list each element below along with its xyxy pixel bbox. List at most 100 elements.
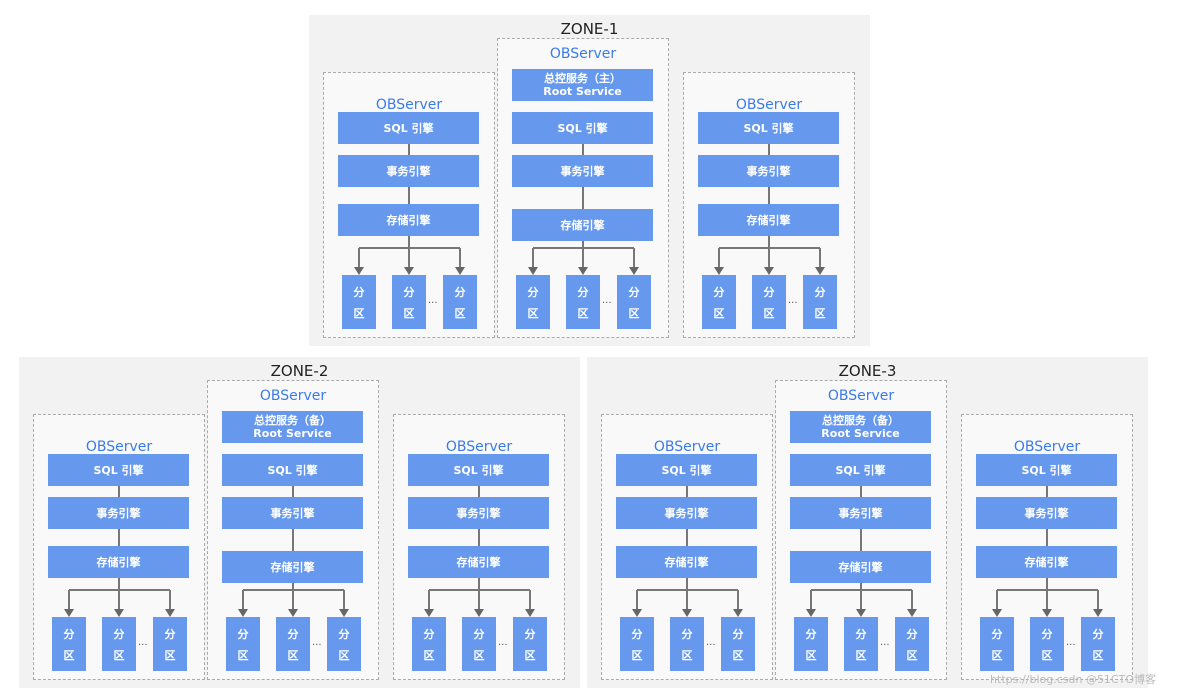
observer: OBServer SQL 引擎 事务引擎 存储引擎分区分区分区... <box>33 414 205 680</box>
transaction-engine-block: 事务引擎 <box>512 155 653 187</box>
partition-block: 分区 <box>895 617 929 671</box>
root-service-label-cn: 总控服务（备） <box>254 414 331 427</box>
zone-2: ZONE-2 OBServer SQL 引擎 事务引擎 存储引擎分区分区分区... OBS… <box>19 357 580 688</box>
root-service-label-en: Root Service <box>543 85 622 98</box>
partition-char-1: 分 <box>805 627 817 641</box>
sql-engine-block: SQL 引擎 <box>338 112 479 144</box>
arrow-head <box>64 609 74 617</box>
sql-engine-block: SQL 引擎 <box>222 454 363 486</box>
partition-char-2: 区 <box>63 648 75 662</box>
partition-char-1: 分 <box>237 627 249 641</box>
partition-char-1: 分 <box>164 627 176 641</box>
partition-block: 分区 <box>803 275 837 329</box>
partition-char-1: 分 <box>338 627 350 641</box>
arrow-head <box>288 609 298 617</box>
partition-char-2: 区 <box>732 648 744 662</box>
partition-block: 分区 <box>844 617 878 671</box>
storage-engine-block: 存储引擎 <box>408 546 549 578</box>
partition-block: 分区 <box>566 275 600 329</box>
sql-engine-block: SQL 引擎 <box>976 454 1117 486</box>
arrow-head <box>114 609 124 617</box>
ellipsis: ... <box>312 637 322 648</box>
arrow-head <box>578 267 588 275</box>
storage-engine-block: 存储引擎 <box>48 546 189 578</box>
partition-char-1: 分 <box>577 285 589 299</box>
partition-block: 分区 <box>1030 617 1064 671</box>
partition-char-2: 区 <box>628 306 640 320</box>
partition-block: 分区 <box>617 275 651 329</box>
storage-engine-block: 存储引擎 <box>338 204 479 236</box>
zone-title: ZONE-1 <box>560 20 619 38</box>
partition-char-2: 区 <box>814 306 826 320</box>
sql-engine-block: SQL 引擎 <box>48 454 189 486</box>
arrow-head <box>992 609 1002 617</box>
observer: OBServer SQL 引擎 事务引擎 存储引擎分区分区分区... <box>393 414 565 680</box>
partition-char-2: 区 <box>906 648 918 662</box>
observer: OBServer 总控服务（备） Root Service SQL 引擎 事务引擎 存储引… <box>775 380 947 680</box>
transaction-engine-block: 事务引擎 <box>790 497 931 529</box>
transaction-engine-block: 事务引擎 <box>616 497 757 529</box>
ellipsis: ... <box>880 637 890 648</box>
partition-block: 分区 <box>462 617 496 671</box>
partition-block: 分区 <box>52 617 86 671</box>
sql-engine-block: SQL 引擎 <box>790 454 931 486</box>
observer: OBServer SQL 引擎 事务引擎 存储引擎分区分区分区... <box>961 414 1133 680</box>
partition-char-1: 分 <box>287 627 299 641</box>
partition-block: 分区 <box>516 275 550 329</box>
storage-engine-block: 存储引擎 <box>698 204 839 236</box>
partition-char-2: 区 <box>473 648 485 662</box>
partition-char-2: 区 <box>1092 648 1104 662</box>
ellipsis: ... <box>498 637 508 648</box>
zone-title: ZONE-2 <box>270 362 329 380</box>
root-service-block: 总控服务（备） Root Service <box>790 411 931 443</box>
partition-char-2: 区 <box>631 648 643 662</box>
arrow-head <box>907 609 917 617</box>
partition-char-1: 分 <box>454 285 466 299</box>
ellipsis: ... <box>788 295 798 306</box>
partition-char-2: 区 <box>237 648 249 662</box>
arrow-head <box>528 267 538 275</box>
observer: OBServer 总控服务（主） Root Service SQL 引擎 事务引擎 存储引… <box>497 38 669 338</box>
arrow-head <box>682 609 692 617</box>
observer: OBServer SQL 引擎 事务引擎 存储引擎分区分区分区... <box>323 72 495 338</box>
observer: OBServer SQL 引擎 事务引擎 存储引擎分区分区分区... <box>683 72 855 338</box>
storage-engine-block: 存储引擎 <box>222 551 363 583</box>
arrow-head <box>815 267 825 275</box>
partition-block: 分区 <box>980 617 1014 671</box>
partition-char-2: 区 <box>454 306 466 320</box>
partition-char-2: 区 <box>713 306 725 320</box>
root-service-block: 总控服务（备） Root Service <box>222 411 363 443</box>
arrow-head <box>764 267 774 275</box>
arrow-head <box>525 609 535 617</box>
partition-block: 分区 <box>702 275 736 329</box>
transaction-engine-block: 事务引擎 <box>222 497 363 529</box>
arrow-head <box>806 609 816 617</box>
sql-engine-block: SQL 引擎 <box>698 112 839 144</box>
transaction-engine-block: 事务引擎 <box>976 497 1117 529</box>
storage-engine-block: 存储引擎 <box>616 546 757 578</box>
sql-engine-block: SQL 引擎 <box>616 454 757 486</box>
partition-char-1: 分 <box>473 627 485 641</box>
observer: OBServer SQL 引擎 事务引擎 存储引擎分区分区分区... <box>601 414 773 680</box>
partition-char-1: 分 <box>906 627 918 641</box>
partition-block: 分区 <box>276 617 310 671</box>
partition-block: 分区 <box>102 617 136 671</box>
arrow-head <box>404 267 414 275</box>
partition-char-1: 分 <box>63 627 75 641</box>
arrow-head <box>733 609 743 617</box>
arrow-head <box>714 267 724 275</box>
partition-block: 分区 <box>392 275 426 329</box>
ellipsis: ... <box>706 637 716 648</box>
partition-char-2: 区 <box>353 306 365 320</box>
partition-char-2: 区 <box>423 648 435 662</box>
partition-char-2: 区 <box>338 648 350 662</box>
sql-engine-block: SQL 引擎 <box>408 454 549 486</box>
transaction-engine-block: 事务引擎 <box>698 155 839 187</box>
observer: OBServer 总控服务（备） Root Service SQL 引擎 事务引擎 存储引… <box>207 380 379 680</box>
partition-block: 分区 <box>670 617 704 671</box>
partition-char-2: 区 <box>805 648 817 662</box>
zone-title: ZONE-3 <box>838 362 897 380</box>
partition-char-2: 区 <box>991 648 1003 662</box>
storage-engine-block: 存储引擎 <box>976 546 1117 578</box>
partition-char-1: 分 <box>763 285 775 299</box>
